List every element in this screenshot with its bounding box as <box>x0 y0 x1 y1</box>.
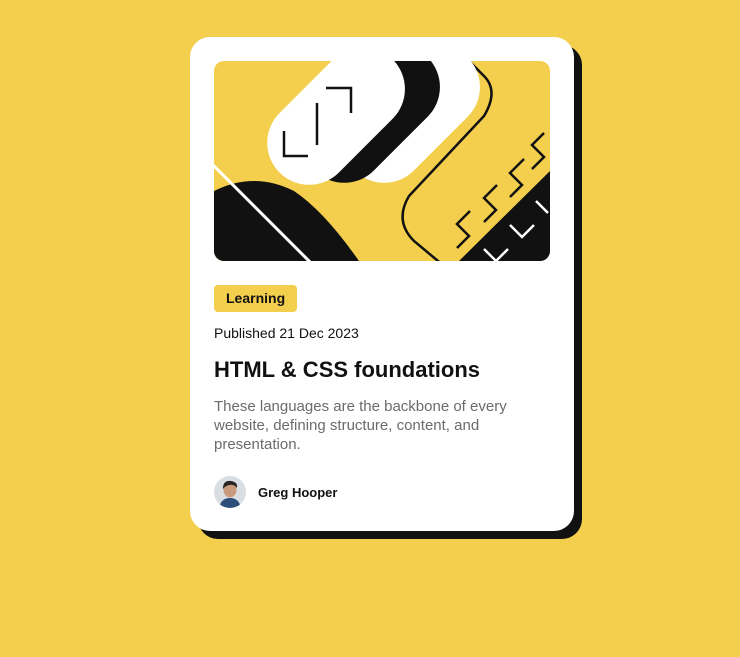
card-title[interactable]: HTML & CSS foundations <box>214 356 550 384</box>
author-name: Greg Hooper <box>258 484 338 500</box>
category-tag: Learning <box>214 285 298 312</box>
author: Greg Hooper <box>214 476 337 508</box>
hero-illustration <box>214 61 550 261</box>
published-date: Published 21 Dec 2023 <box>214 325 359 341</box>
blog-preview-card: Learning Published 21 Dec 2023 HTML & CS… <box>190 37 574 531</box>
avatar <box>214 476 246 508</box>
card-description: These languages are the backbone of ever… <box>214 398 507 453</box>
